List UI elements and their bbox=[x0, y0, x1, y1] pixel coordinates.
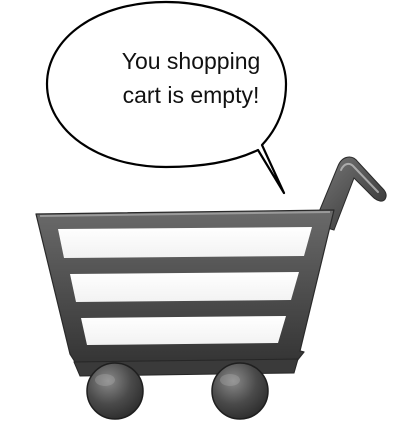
speech-bubble: You shopping cart is empty! bbox=[45, 0, 288, 195]
empty-cart-message-line-2: cart is empty! bbox=[123, 82, 260, 108]
cart-slot bbox=[70, 272, 299, 302]
cart-slot bbox=[81, 316, 286, 345]
empty-cart-illustration: You shopping cart is empty! bbox=[35, 0, 387, 420]
empty-cart-message-line-1: You shopping bbox=[122, 48, 261, 74]
shopping-cart-icon bbox=[35, 156, 387, 420]
cart-wheel-right bbox=[211, 362, 269, 420]
cart-slot bbox=[58, 227, 312, 258]
cart-wheel-left bbox=[86, 362, 144, 420]
